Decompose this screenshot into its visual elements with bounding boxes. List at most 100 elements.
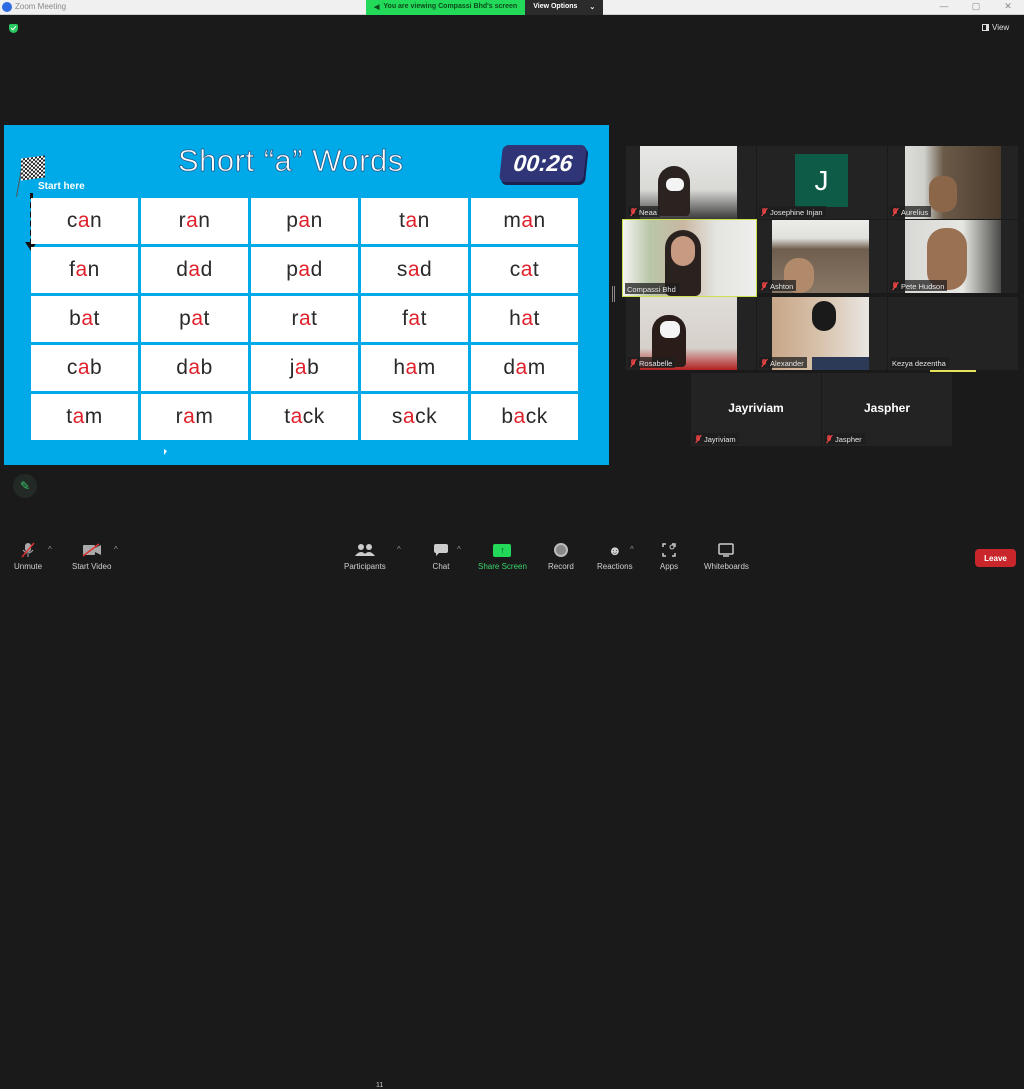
word-ending: t bbox=[532, 258, 540, 281]
audio-options-caret[interactable]: ^ bbox=[48, 545, 52, 554]
participants-count: 11 bbox=[376, 1082, 384, 1089]
word-ending: m bbox=[527, 356, 546, 379]
participant-name-tag: Aurelius bbox=[890, 206, 932, 217]
word-vowel: a bbox=[298, 258, 311, 281]
word-ending: ck bbox=[415, 405, 438, 428]
participant-tile[interactable]: Rosabelle bbox=[626, 297, 756, 370]
maximize-button[interactable]: ▢ bbox=[966, 1, 986, 12]
word-card: b a ck bbox=[471, 394, 578, 440]
mic-muted-icon bbox=[826, 435, 832, 443]
close-button[interactable]: ✕ bbox=[998, 1, 1018, 12]
word-onset: d bbox=[503, 356, 516, 379]
participant-display-name: Jayriviam bbox=[728, 401, 784, 415]
record-button[interactable]: Record bbox=[548, 542, 574, 571]
word-ending: d bbox=[420, 258, 433, 281]
participant-tile[interactable]: Aurelius bbox=[888, 146, 1018, 219]
word-card: fan bbox=[31, 247, 138, 293]
view-options-button[interactable]: View Options ⌄ bbox=[525, 0, 604, 15]
word-vowel: a bbox=[405, 209, 418, 232]
word-vowel: a bbox=[298, 209, 311, 232]
leave-button[interactable]: Leave bbox=[975, 549, 1016, 567]
participant-name-tag: Neaa bbox=[628, 206, 660, 217]
word-vowel: a bbox=[290, 405, 303, 428]
view-options-label: View Options bbox=[533, 3, 578, 10]
word-ending: b bbox=[307, 356, 320, 379]
word-card: pat bbox=[141, 296, 248, 342]
video-off-icon bbox=[81, 542, 103, 558]
participant-tile[interactable]: Jaspher Jaspher bbox=[822, 373, 952, 446]
word-ending: d bbox=[310, 258, 323, 281]
reactions-button[interactable]: ☻ Reactions bbox=[597, 542, 633, 572]
checkered-flag-icon bbox=[21, 155, 45, 181]
word-onset: p bbox=[179, 307, 192, 330]
word-vowel: a bbox=[408, 307, 421, 330]
word-ending: n bbox=[90, 209, 103, 232]
word-card: cab bbox=[31, 345, 138, 391]
word-card: rat bbox=[251, 296, 358, 342]
word-ending: ck bbox=[525, 405, 548, 428]
word-ending: n bbox=[310, 209, 323, 232]
unmute-button[interactable]: Unmute bbox=[14, 542, 42, 571]
security-shield-icon[interactable] bbox=[9, 24, 18, 33]
word-vowel: a bbox=[188, 356, 201, 379]
word-vowel: a bbox=[183, 405, 196, 428]
participant-tile[interactable]: Alexander bbox=[757, 297, 887, 370]
word-onset: h bbox=[393, 356, 406, 379]
participants-icon bbox=[354, 542, 376, 558]
chevron-down-icon: ⌄ bbox=[589, 4, 596, 11]
timer-value: 00:26 bbox=[512, 150, 574, 176]
participant-tile[interactable]: Pete Hudson bbox=[888, 220, 1018, 293]
start-video-button[interactable]: Start Video bbox=[72, 542, 111, 571]
word-onset: r bbox=[175, 405, 184, 428]
participant-tile[interactable]: Kezya dezentha bbox=[888, 297, 1018, 370]
apps-button[interactable]: Apps bbox=[658, 542, 680, 571]
mic-muted-icon bbox=[892, 208, 898, 216]
whiteboard-icon bbox=[715, 542, 737, 558]
word-card: tan bbox=[361, 198, 468, 244]
word-ending: b bbox=[200, 356, 213, 379]
word-vowel: a bbox=[513, 405, 526, 428]
participant-name-tag: Compassi Bhd bbox=[625, 283, 679, 294]
reactions-options-caret[interactable]: ^ bbox=[630, 545, 634, 554]
participant-name-tag: Josephine Injan bbox=[759, 206, 826, 217]
participant-tile[interactable]: Neaa bbox=[626, 146, 756, 219]
word-ending: n bbox=[87, 258, 100, 281]
viewing-status: ◀ You are viewing Compassi Bhd's screen bbox=[366, 0, 526, 15]
word-card: can bbox=[31, 198, 138, 244]
participant-name-tag: Jayriviam bbox=[693, 433, 739, 444]
word-ending: t bbox=[311, 307, 318, 330]
word-card: dam bbox=[471, 345, 578, 391]
chat-button[interactable]: Chat bbox=[430, 542, 452, 571]
speaker-icon: ◀ bbox=[374, 4, 380, 11]
word-vowel: a bbox=[188, 258, 201, 281]
word-card: sad bbox=[361, 247, 468, 293]
whiteboards-button[interactable]: Whiteboards bbox=[704, 542, 749, 571]
annotate-pencil-icon[interactable]: ✎ bbox=[13, 474, 37, 498]
participant-tile-active-speaker[interactable]: Compassi Bhd bbox=[622, 219, 757, 297]
participant-tile[interactable]: Jayriviam Jayriviam bbox=[691, 373, 821, 446]
word-vowel: a bbox=[515, 356, 528, 379]
word-card: jab bbox=[251, 345, 358, 391]
video-options-caret[interactable]: ^ bbox=[114, 545, 118, 554]
word-onset: r bbox=[291, 307, 299, 330]
split-resize-handle[interactable] bbox=[612, 286, 615, 302]
chat-options-caret[interactable]: ^ bbox=[457, 545, 461, 554]
word-onset: c bbox=[509, 258, 521, 281]
mouse-cursor-icon bbox=[164, 449, 167, 455]
view-button[interactable]: View bbox=[982, 20, 1009, 34]
word-vowel: a bbox=[405, 356, 418, 379]
mic-muted-icon bbox=[761, 359, 767, 367]
participant-tile[interactable]: Ashton bbox=[757, 220, 887, 293]
participants-options-caret[interactable]: ^ bbox=[397, 545, 401, 554]
participants-button[interactable]: Participants bbox=[344, 542, 386, 571]
participant-tile[interactable]: J Josephine Injan bbox=[757, 146, 887, 219]
participant-name-tag: Alexander bbox=[759, 357, 807, 368]
word-vowel: a bbox=[294, 356, 308, 379]
speaking-indicator bbox=[930, 370, 976, 372]
word-onset: d bbox=[176, 356, 189, 379]
word-card: s a ck bbox=[361, 394, 468, 440]
word-card: fat bbox=[361, 296, 468, 342]
minimize-button[interactable]: — bbox=[934, 1, 954, 11]
word-vowel: a bbox=[298, 307, 312, 330]
share-screen-button[interactable]: ↑ Share Screen bbox=[478, 542, 527, 571]
